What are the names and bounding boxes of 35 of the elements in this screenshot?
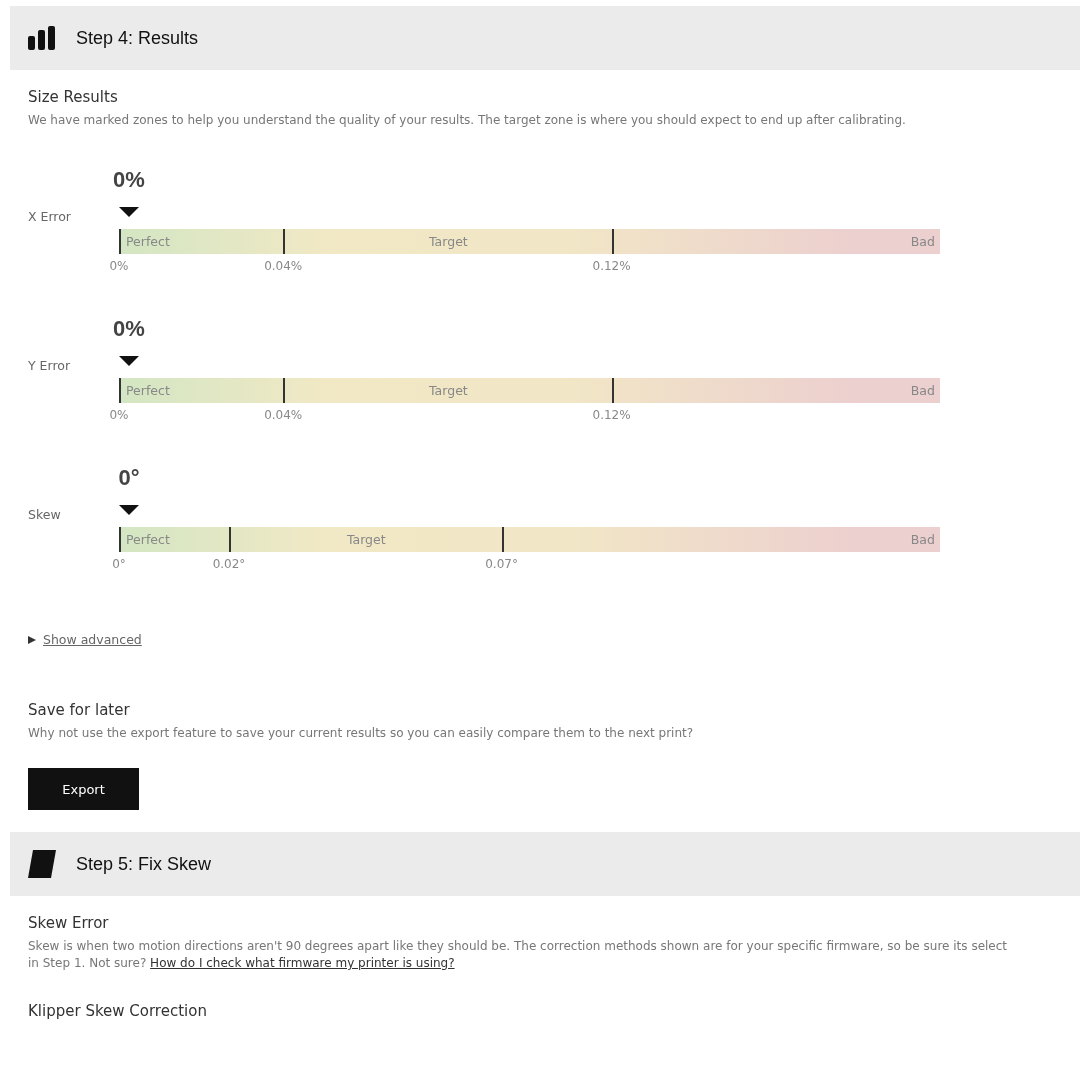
section-title: Step 4: Results: [76, 27, 199, 49]
tick-label: 0.04%: [264, 259, 303, 273]
tick-label: 0.12%: [592, 259, 631, 273]
tick-label: 0%: [109, 259, 129, 273]
zone-label: Perfect: [119, 229, 284, 254]
zone-label: Bad: [611, 229, 940, 254]
zone-label: Target: [283, 229, 612, 254]
meter-value: 0%: [113, 167, 145, 193]
description: Skew is when two motion directions aren't 90 degrees apart like they should be. The correction methods shown are for your specific firmware, so be sure its select in Step 1. Not sure? How do I check what firmware my printer is using?: [28, 938, 1009, 972]
zone-label: Target: [283, 378, 612, 403]
zone-label: Bad: [501, 527, 940, 552]
zone-label: Perfect: [119, 527, 229, 552]
tick-label: 0%: [109, 408, 129, 422]
parallelogram-icon: [28, 850, 56, 878]
show-advanced-link[interactable]: Show advanced: [43, 632, 142, 647]
tick-label: 0.02°: [212, 557, 246, 571]
section-subheading: Klipper Skew Correction: [28, 1002, 208, 1020]
firmware-help-link[interactable]: How do I check what firmware my printer is using?: [150, 956, 455, 970]
tick-label: 0.04%: [264, 408, 303, 422]
zone-label: Target: [229, 527, 502, 552]
tick-label: 0.12%: [592, 408, 631, 422]
tick-label: 0°: [112, 557, 126, 571]
zone-label: Bad: [611, 378, 940, 403]
bar-chart-icon: [28, 26, 56, 50]
meter-value: 0%: [113, 316, 145, 342]
section-heading: Save for later: [28, 701, 131, 719]
tick-label: 0.07°: [485, 557, 518, 571]
export-button[interactable]: Export: [28, 768, 139, 810]
section-heading: Skew Error: [28, 914, 110, 932]
description: Why not use the export feature to save your current results so you can easily compare them to the next print?: [28, 725, 695, 742]
zone-label: Perfect: [119, 378, 284, 403]
section-heading: Size Results: [28, 88, 119, 106]
section-title: Step 5: Fix Skew: [76, 853, 212, 875]
meter-value: 0°: [118, 465, 140, 491]
description: We have marked zones to help you understand the quality of your results. The target zone is where you should expect to end up after calibrating.: [28, 112, 907, 129]
